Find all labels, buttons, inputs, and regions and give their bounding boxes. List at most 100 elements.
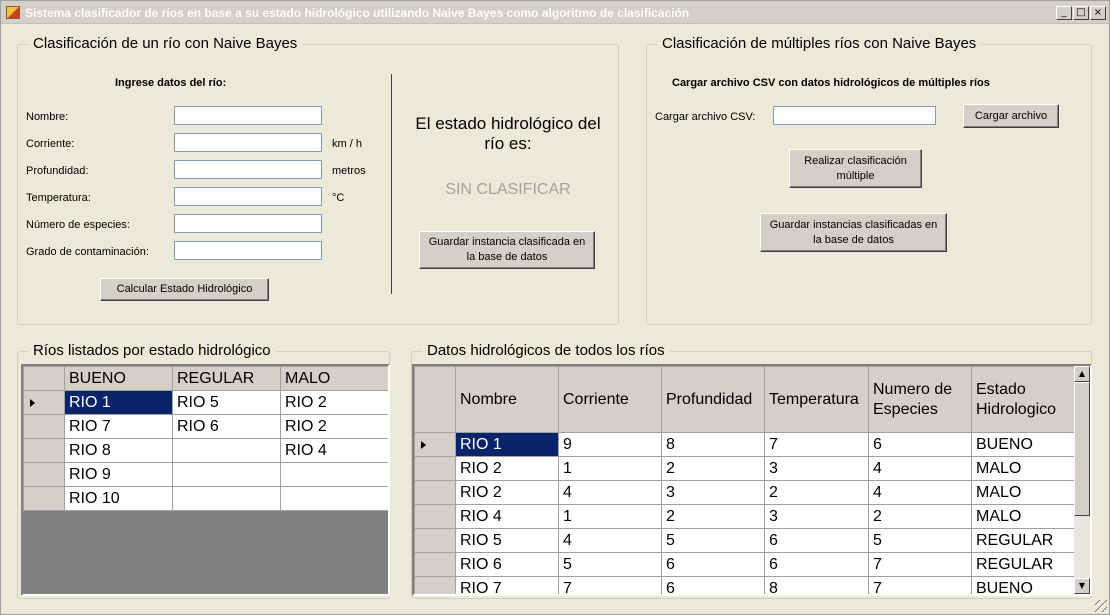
scrollbar-thumb[interactable] <box>1074 382 1090 516</box>
row-header[interactable] <box>23 414 65 439</box>
column-header-numero-especies[interactable]: Numero de Especies <box>868 366 972 433</box>
table-cell[interactable]: RIO 4 <box>455 504 559 529</box>
column-header-corriente[interactable]: Corriente <box>558 366 662 433</box>
table-cell[interactable]: MALO <box>971 456 1075 481</box>
nombre-input[interactable] <box>174 106 322 125</box>
table-cell[interactable]: RIO 6 <box>172 414 281 439</box>
column-header-temperatura[interactable]: Temperatura <box>764 366 869 433</box>
table-row[interactable]: RIO 2 4 3 2 4 MALO <box>414 480 1075 505</box>
table-cell[interactable]: 5 <box>868 528 972 553</box>
table-cell[interactable] <box>280 486 388 511</box>
table-cell[interactable]: 2 <box>868 504 972 529</box>
column-header-bueno[interactable]: BUENO <box>64 366 173 391</box>
table-cell[interactable]: 4 <box>558 528 662 553</box>
profundidad-input[interactable] <box>174 160 322 179</box>
table-row[interactable]: RIO 7 7 6 8 7 BUENO <box>414 576 1075 594</box>
all-data-grid[interactable]: Nombre Corriente Profundidad Temperatura… <box>412 364 1092 596</box>
table-row[interactable]: RIO 1 9 8 7 6 BUENO <box>414 432 1075 457</box>
table-cell[interactable]: 7 <box>558 576 662 594</box>
table-cell[interactable]: 4 <box>868 480 972 505</box>
table-row[interactable]: RIO 4 1 2 3 2 MALO <box>414 504 1075 529</box>
table-cell[interactable]: 3 <box>661 480 765 505</box>
guardar-instancias-button[interactable]: Guardar instancias clasificadas en la ba… <box>760 213 947 252</box>
table-cell[interactable]: MALO <box>971 504 1075 529</box>
table-cell[interactable]: 4 <box>868 456 972 481</box>
table-cell[interactable]: 6 <box>764 528 869 553</box>
table-cell[interactable]: 7 <box>868 576 972 594</box>
table-cell[interactable]: MALO <box>971 480 1075 505</box>
calcular-estado-button[interactable]: Calcular Estado Hidrológico <box>100 278 269 301</box>
table-cell[interactable]: 2 <box>764 480 869 505</box>
resize-grip-icon[interactable] <box>1095 600 1107 612</box>
table-row[interactable]: RIO 7 RIO 6 RIO 2 <box>23 414 388 439</box>
table-cell[interactable]: REGULAR <box>971 528 1075 553</box>
column-header-nombre[interactable]: Nombre <box>455 366 559 433</box>
table-cell[interactable]: RIO 5 <box>172 390 281 415</box>
column-header-profundidad[interactable]: Profundidad <box>661 366 765 433</box>
table-cell[interactable]: RIO 10 <box>64 486 173 511</box>
table-cell[interactable]: 8 <box>661 432 765 457</box>
table-cell[interactable]: RIO 2 <box>280 390 388 415</box>
column-header-malo[interactable]: MALO <box>280 366 388 391</box>
column-header-regular[interactable]: REGULAR <box>172 366 281 391</box>
column-header-estado-hidrologico[interactable]: Estado Hidrologico <box>971 366 1075 433</box>
table-cell[interactable]: RIO 5 <box>455 528 559 553</box>
table-cell[interactable]: 2 <box>661 456 765 481</box>
table-cell[interactable]: 1 <box>558 504 662 529</box>
table-cell[interactable] <box>172 462 281 487</box>
table-cell[interactable]: 3 <box>764 456 869 481</box>
row-header[interactable] <box>414 456 456 481</box>
table-row[interactable]: RIO 9 <box>23 462 388 487</box>
table-row[interactable]: RIO 5 4 5 6 5 REGULAR <box>414 528 1075 553</box>
row-header[interactable] <box>414 504 456 529</box>
table-cell[interactable]: REGULAR <box>971 552 1075 577</box>
table-row[interactable]: RIO 1 RIO 5 RIO 2 <box>23 390 388 415</box>
table-cell[interactable]: RIO 2 <box>455 480 559 505</box>
csv-path-input[interactable] <box>773 106 936 125</box>
table-cell[interactable]: 2 <box>661 504 765 529</box>
table-cell[interactable]: RIO 4 <box>280 438 388 463</box>
table-cell[interactable]: RIO 6 <box>455 552 559 577</box>
by-state-grid[interactable]: BUENO REGULAR MALO RIO 1 RIO 5 RIO 2 RIO… <box>21 364 390 596</box>
table-row[interactable]: RIO 6 5 6 6 7 REGULAR <box>414 552 1075 577</box>
corriente-input[interactable] <box>174 133 322 152</box>
table-cell[interactable] <box>172 438 281 463</box>
table-cell[interactable]: 5 <box>661 528 765 553</box>
table-cell[interactable]: 7 <box>764 432 869 457</box>
table-cell[interactable]: RIO 1 <box>64 390 173 415</box>
row-header[interactable] <box>414 432 456 457</box>
table-cell[interactable]: RIO 7 <box>64 414 173 439</box>
numero-especies-input[interactable] <box>174 214 322 233</box>
table-cell[interactable]: RIO 1 <box>455 432 559 457</box>
close-button[interactable]: × <box>1090 6 1106 20</box>
table-cell[interactable]: RIO 8 <box>64 438 173 463</box>
table-cell[interactable]: BUENO <box>971 576 1075 594</box>
row-header[interactable] <box>414 528 456 553</box>
row-header[interactable] <box>23 486 65 511</box>
table-cell[interactable]: 4 <box>558 480 662 505</box>
minimize-button[interactable]: _ <box>1056 6 1072 20</box>
scroll-up-icon[interactable]: ▲ <box>1074 366 1090 382</box>
table-cell[interactable]: 8 <box>764 576 869 594</box>
table-cell[interactable] <box>280 462 388 487</box>
temperatura-input[interactable] <box>174 187 322 206</box>
grado-contaminacion-input[interactable] <box>174 241 322 260</box>
table-cell[interactable]: 3 <box>764 504 869 529</box>
table-row[interactable]: RIO 10 <box>23 486 388 511</box>
table-cell[interactable]: 6 <box>868 432 972 457</box>
table-cell[interactable]: 6 <box>661 552 765 577</box>
table-cell[interactable]: 5 <box>558 552 662 577</box>
table-cell[interactable]: 6 <box>661 576 765 594</box>
vertical-scrollbar[interactable]: ▲ ▼ <box>1074 366 1090 594</box>
row-header[interactable] <box>414 576 456 594</box>
guardar-instancia-button[interactable]: Guardar instancia clasificada en la base… <box>419 231 595 269</box>
cargar-archivo-button[interactable]: Cargar archivo <box>963 104 1059 128</box>
table-cell[interactable]: 6 <box>764 552 869 577</box>
row-header[interactable] <box>23 462 65 487</box>
table-cell[interactable]: 1 <box>558 456 662 481</box>
table-cell[interactable]: RIO 7 <box>455 576 559 594</box>
row-header[interactable] <box>414 480 456 505</box>
table-cell[interactable]: 7 <box>868 552 972 577</box>
clasificacion-multiple-button[interactable]: Realizar clasificación múltiple <box>789 149 922 188</box>
row-header[interactable] <box>23 390 65 415</box>
